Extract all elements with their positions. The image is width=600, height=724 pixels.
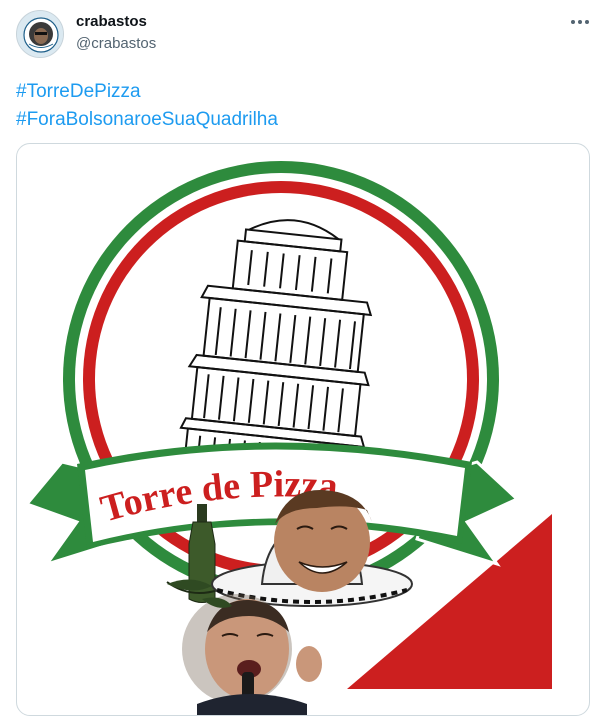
more-options-icon[interactable] bbox=[568, 14, 592, 30]
hashtag-link[interactable]: #TorreDePizza bbox=[16, 78, 278, 106]
lower-face-photo bbox=[182, 594, 322, 715]
tweet: crabastos @crabastos #TorreDePizza #Fora… bbox=[0, 0, 600, 724]
hashtag-link[interactable]: #ForaBolsonaroeSuaQuadrilha bbox=[16, 106, 278, 134]
avatar[interactable] bbox=[16, 10, 64, 58]
author-name[interactable]: crabastos bbox=[76, 13, 147, 30]
torre-de-pizza-logo-image: Torre de Pizza bbox=[24, 161, 552, 715]
avatar-image bbox=[17, 11, 63, 57]
tweet-media[interactable]: Torre de Pizza bbox=[16, 143, 590, 716]
author-handle[interactable]: @crabastos bbox=[76, 35, 156, 52]
tweet-text: #TorreDePizza #ForaBolsonaroeSuaQuadrilh… bbox=[16, 78, 278, 134]
